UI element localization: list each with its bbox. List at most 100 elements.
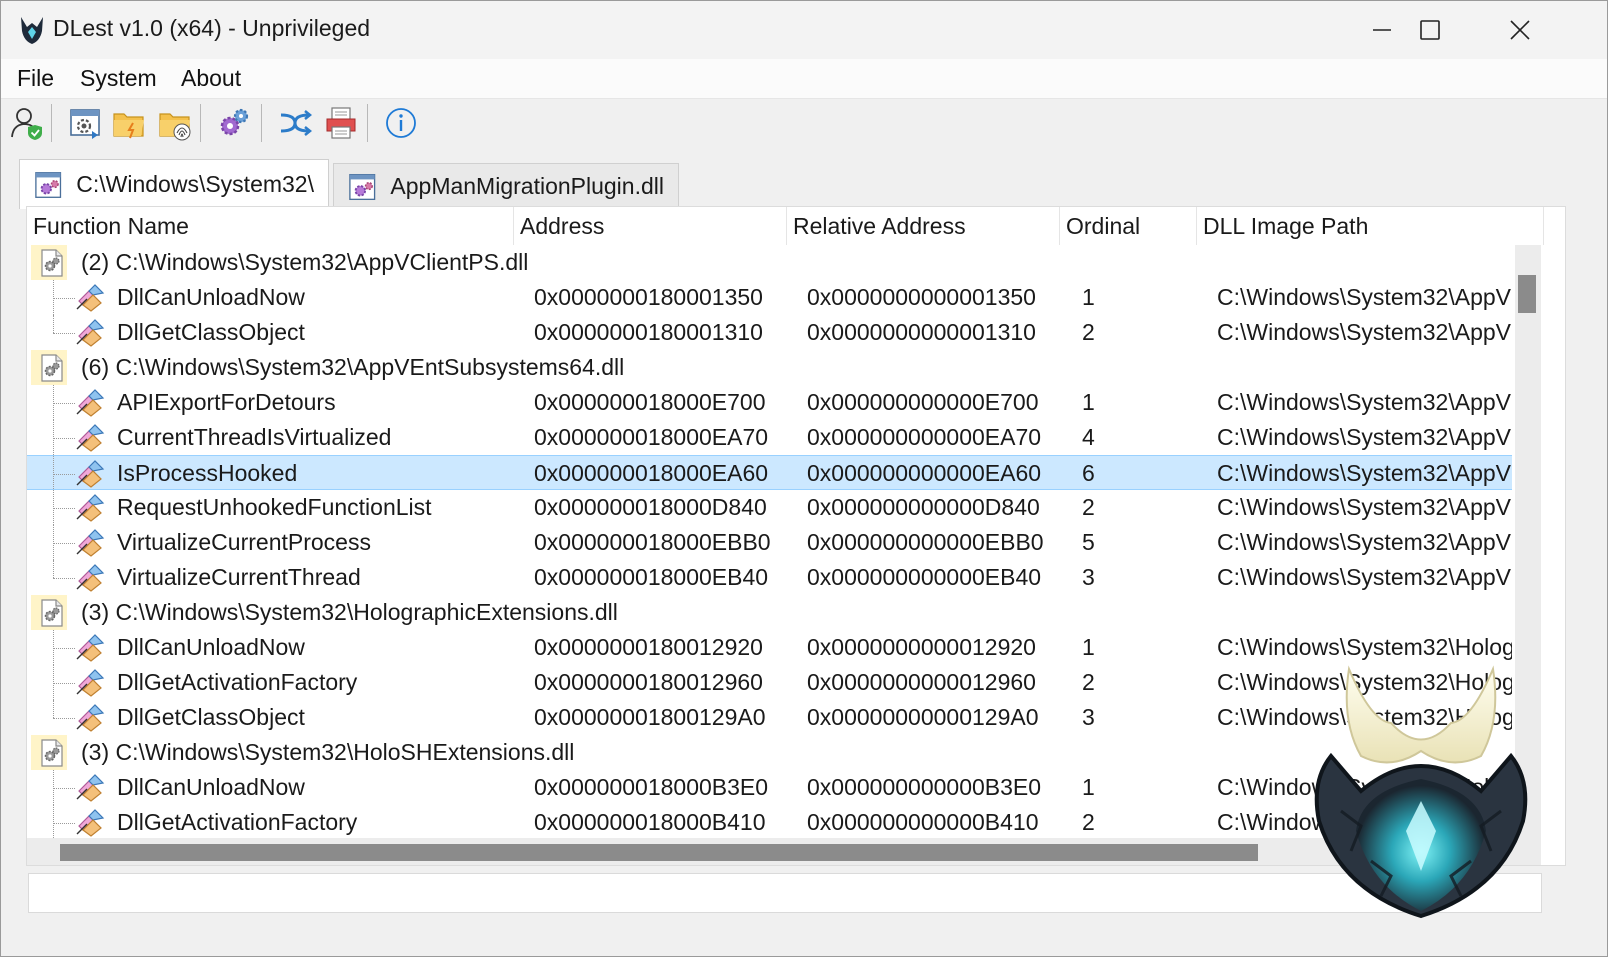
horizontal-scroll-thumb[interactable] (60, 844, 1258, 861)
address-cell: 0x0000000180012920 (534, 634, 763, 660)
column-relative-address[interactable]: Relative Address (787, 207, 1060, 245)
close-button[interactable] (1475, 1, 1565, 59)
relative-address-cell: 0x000000000000EBB0 (807, 529, 1044, 555)
function-row[interactable]: IsProcessHooked 0x000000018000EA60 0x00000… (27, 455, 1512, 491)
compare-button[interactable] (275, 102, 315, 144)
dll-image-path-cell: C:\Windows\System32\AppV (1217, 494, 1512, 520)
function-name-cell: VirtualizeCurrentProcess (117, 529, 371, 555)
function-row[interactable]: CurrentThreadIsVirtualized 0x000000018000… (27, 420, 1512, 455)
maximize-button[interactable] (1385, 1, 1475, 59)
menu-about[interactable]: About (181, 65, 241, 92)
ordinal-cell: 2 (1082, 809, 1095, 835)
process-window-icon (70, 109, 100, 139)
ordinal-cell: 3 (1082, 564, 1095, 590)
function-row[interactable]: RequestUnhookedFunctionList 0x00000001800… (27, 490, 1512, 525)
ordinal-cell: 6 (1082, 460, 1095, 486)
list-header: Function Name Address Relative Address O… (27, 207, 1544, 245)
relative-address-cell: 0x0000000000012960 (807, 669, 1036, 695)
relative-address-cell: 0x0000000000012920 (807, 634, 1036, 660)
menu-file[interactable]: File (17, 65, 54, 92)
function-name-cell: DllCanUnloadNow (117, 634, 305, 660)
function-row[interactable]: VirtualizeCurrentThread 0x000000018000EB4… (27, 560, 1512, 595)
tab-appmanmigration[interactable]: AppManMigrationPlugin.dll (333, 163, 679, 209)
export-function-icon (75, 633, 105, 663)
relative-address-cell: 0x0000000000001310 (807, 319, 1036, 345)
cross-arrows-icon (280, 110, 313, 136)
column-dll-image-path[interactable]: DLL Image Path (1197, 207, 1544, 245)
function-row[interactable]: DllGetClassObject 0x00000001800129A0 0x000… (27, 700, 1512, 735)
function-row[interactable]: VirtualizeCurrentProcess 0x000000018000EB… (27, 525, 1512, 560)
dll-group-label: (3) C:\Windows\System32\HoloSHExtensions… (81, 739, 575, 765)
export-function-icon (75, 563, 105, 593)
folder-icon (113, 113, 144, 139)
menu-system[interactable]: System (80, 65, 157, 92)
tab-system32[interactable]: C:\Windows\System32\ (19, 159, 329, 209)
function-row[interactable]: DllCanUnloadNow 0x0000000180012920 0x00000… (27, 630, 1512, 665)
user-shield-icon (11, 108, 42, 140)
column-function-name[interactable]: Function Name (27, 207, 514, 245)
address-cell: 0x000000018000EA60 (534, 460, 769, 486)
export-function-icon (75, 388, 105, 418)
address-cell: 0x000000018000EB40 (534, 564, 769, 590)
ordinal-cell: 5 (1082, 529, 1095, 555)
dll-file-icon (31, 595, 67, 630)
about-button[interactable] (381, 102, 421, 144)
function-row[interactable]: DllCanUnloadNow 0x0000000180001350 0x00000… (27, 280, 1512, 315)
dll-group-row[interactable]: (3) C:\Windows\System32\HoloSHExtensions… (27, 735, 1512, 770)
dll-group-row[interactable]: (3) C:\Windows\System32\HolographicExten… (27, 595, 1512, 630)
function-name-cell: DllGetActivationFactory (117, 809, 358, 835)
function-name-cell: VirtualizeCurrentThread (117, 564, 361, 590)
export-function-icon (75, 703, 105, 733)
dll-file-icon (31, 245, 67, 280)
load-process-button[interactable] (65, 102, 105, 144)
open-folder-button[interactable] (109, 102, 149, 144)
function-row[interactable]: APIExportForDetours 0x000000018000E700 0x0… (27, 385, 1512, 420)
ordinal-cell: 1 (1082, 774, 1095, 800)
column-address[interactable]: Address (514, 207, 787, 245)
export-button[interactable] (321, 102, 361, 144)
elevate-user-button[interactable] (7, 102, 47, 144)
relative-address-cell: 0x000000000000B410 (807, 809, 1039, 835)
vertical-scroll-thumb[interactable] (1518, 275, 1536, 313)
relative-address-cell: 0x0000000000001350 (807, 284, 1036, 310)
address-cell: 0x000000018000EA70 (534, 424, 769, 450)
dll-file-icon (31, 735, 67, 770)
function-name-cell: DllCanUnloadNow (117, 284, 305, 310)
function-row[interactable]: DllCanUnloadNow 0x000000018000B3E0 0x00000… (27, 770, 1512, 805)
function-name-cell: CurrentThreadIsVirtualized (117, 424, 392, 450)
title-bar[interactable]: DLest v1.0 (x64) - Unprivileged (1, 1, 1607, 59)
settings-button[interactable] (213, 102, 253, 144)
dll-image-path-cell: C:\Windows\System32\AppV (1217, 284, 1512, 310)
function-row[interactable]: DllGetActivationFactory 0x000000018000B41… (27, 805, 1512, 838)
function-row[interactable]: DllGetActivationFactory 0x000000018001296… (27, 665, 1512, 700)
ordinal-cell: 2 (1082, 319, 1095, 345)
function-name-cell: DllGetClassObject (117, 704, 305, 730)
relative-address-cell: 0x000000000000B3E0 (807, 774, 1042, 800)
dll-group-row[interactable]: (2) C:\Windows\System32\AppVClientPS.dll (27, 245, 1512, 280)
export-function-icon (75, 808, 105, 838)
window-title: DLest v1.0 (x64) - Unprivileged (53, 15, 371, 41)
app-logo-icon (21, 17, 43, 44)
ordinal-cell: 1 (1082, 284, 1095, 310)
dll-image-path-cell: C:\Windows\System32\AppV (1217, 529, 1512, 555)
address-cell: 0x0000000180012960 (534, 669, 763, 695)
address-cell: 0x000000018000B410 (534, 809, 766, 835)
open-signed-folder-button[interactable] (155, 102, 195, 144)
dll-file-icon (31, 350, 67, 385)
function-name-cell: DllGetActivationFactory (117, 669, 358, 695)
ordinal-cell: 4 (1082, 424, 1095, 450)
ordinal-cell: 2 (1082, 669, 1095, 695)
export-function-icon (75, 423, 105, 453)
dll-group-row[interactable]: (6) C:\Windows\System32\AppVEntSubsystem… (27, 350, 1512, 385)
info-icon (386, 108, 416, 138)
toolbar (1, 100, 1607, 152)
dll-folder-icon (35, 171, 62, 198)
export-function-icon (75, 773, 105, 803)
close-icon (1510, 20, 1530, 40)
function-row[interactable]: DllGetClassObject 0x0000000180001310 0x000… (27, 315, 1512, 350)
export-function-icon (75, 459, 105, 489)
relative-address-cell: 0x00000000000129A0 (807, 704, 1039, 730)
address-cell: 0x000000018000D840 (534, 494, 767, 520)
export-function-icon (75, 318, 105, 348)
column-ordinal[interactable]: Ordinal (1060, 207, 1197, 245)
